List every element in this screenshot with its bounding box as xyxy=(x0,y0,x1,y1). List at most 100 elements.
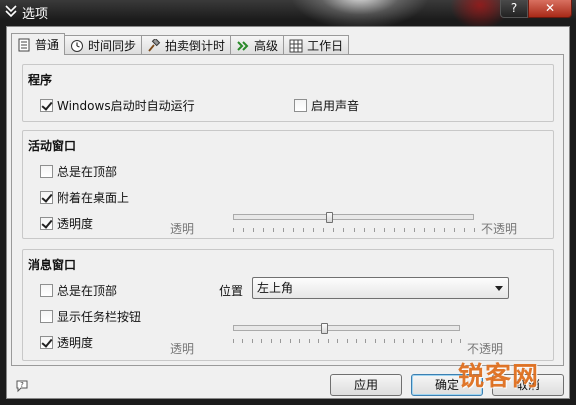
slider-tick xyxy=(313,228,314,232)
tab-advanced[interactable]: 高级 xyxy=(230,35,285,55)
gavel-icon xyxy=(148,38,161,52)
checkbox-label: 显示任务栏按钮 xyxy=(57,310,142,324)
checkbox-label: 总是在顶部 xyxy=(57,284,118,298)
slider-max-label: 不透明 xyxy=(481,222,518,236)
slider-tick xyxy=(290,339,291,343)
position-select[interactable]: 左上角 xyxy=(252,277,509,299)
group-title: 活动窗口 xyxy=(28,139,77,153)
slider-tick xyxy=(364,228,365,232)
slider-tick xyxy=(444,228,445,232)
double-chevron-icon xyxy=(237,40,249,51)
slider-tick xyxy=(403,339,404,343)
checkbox-box[interactable] xyxy=(40,191,53,204)
slider-tick xyxy=(253,228,254,232)
slider-tick xyxy=(303,228,304,232)
slider-tick xyxy=(424,228,425,232)
window-title: 选项 xyxy=(22,7,49,22)
slider-tick xyxy=(309,339,310,343)
slider-tick xyxy=(233,339,234,343)
checkbox-label: 透明度 xyxy=(57,217,94,231)
slider-tick xyxy=(451,339,452,343)
slider-ticks xyxy=(233,339,461,343)
slider-tick xyxy=(280,339,281,343)
slider-tick xyxy=(233,228,234,232)
slider-min-label: 透明 xyxy=(170,222,195,236)
slider-tick xyxy=(474,228,475,232)
watermark-logo: 锐客网 xyxy=(458,362,540,392)
slider-tick xyxy=(271,339,272,343)
slider-tick xyxy=(252,339,253,343)
checkbox-label: 启用声音 xyxy=(311,99,360,113)
attach-desktop-checkbox[interactable]: 附着在桌面上 xyxy=(40,189,129,206)
checkbox-box[interactable] xyxy=(40,217,53,230)
slider-tick xyxy=(356,339,357,343)
slider-tick xyxy=(404,228,405,232)
message-always-on-top-checkbox[interactable]: 总是在顶部 xyxy=(40,282,117,299)
slider-tick xyxy=(299,339,300,343)
slider-tick xyxy=(375,339,376,343)
slider-tick xyxy=(394,339,395,343)
slider-tick xyxy=(413,339,414,343)
autostart-checkbox[interactable]: Windows启动时自动运行 xyxy=(40,97,195,114)
message-transparency-checkbox[interactable]: 透明度 xyxy=(40,334,93,351)
group-title: 消息窗口 xyxy=(28,258,77,272)
slider-tick xyxy=(432,339,433,343)
tab-auction-countdown[interactable]: 拍卖倒计时 xyxy=(141,35,232,55)
options-dialog: 选项 ? ✕ 普通 时间同步 拍卖倒计时 高级 工作日 程序 Windows启动… xyxy=(0,0,576,405)
checkbox-label: 总是在顶部 xyxy=(57,165,118,179)
message-transparency-slider[interactable] xyxy=(233,325,460,331)
slider-tick xyxy=(441,339,442,343)
apply-button[interactable]: 应用 xyxy=(330,374,402,396)
checkbox-box[interactable] xyxy=(40,165,53,178)
help-button[interactable]: ? xyxy=(500,0,528,18)
enable-sound-checkbox[interactable]: 启用声音 xyxy=(294,97,359,114)
show-taskbar-button-checkbox[interactable]: 显示任务栏按钮 xyxy=(40,308,141,325)
svg-text:?: ? xyxy=(20,381,24,389)
slider-tick xyxy=(464,228,465,232)
checkbox-label: Windows启动时自动运行 xyxy=(57,99,195,113)
checkbox-box[interactable] xyxy=(40,336,53,349)
checkbox-box[interactable] xyxy=(40,99,53,112)
group-active-window: 活动窗口 总是在顶部 附着在桌面上 透明度 透明 不透明 xyxy=(22,130,554,239)
tab-label: 工作日 xyxy=(307,39,344,53)
slider-tick xyxy=(454,228,455,232)
checkbox-box[interactable] xyxy=(40,310,53,323)
slider-tick xyxy=(347,339,348,343)
slider-max-label: 不透明 xyxy=(467,342,504,356)
help-tooltip-icon[interactable]: ? xyxy=(15,379,29,393)
tab-time-sync[interactable]: 时间同步 xyxy=(64,35,143,55)
slider-tick xyxy=(374,228,375,232)
tab-panel-general: 程序 Windows启动时自动运行 启用声音 活动窗口 总是在顶部 附着在桌面上… xyxy=(11,54,564,366)
slider-tick xyxy=(343,228,344,232)
slider-tick xyxy=(263,228,264,232)
group-title: 程序 xyxy=(28,73,53,87)
slider-tick xyxy=(384,228,385,232)
slider-thumb[interactable] xyxy=(326,212,334,223)
clock-icon xyxy=(71,39,84,52)
chevron-down-icon xyxy=(495,286,503,291)
group-message-window: 消息窗口 总是在顶部 位置 左上角 显示任务栏按钮 透明度 透明 不透明 xyxy=(22,249,554,361)
tab-label: 高级 xyxy=(254,39,279,53)
checkbox-box[interactable] xyxy=(40,284,53,297)
active-transparency-checkbox[interactable]: 透明度 xyxy=(40,215,93,232)
active-always-on-top-checkbox[interactable]: 总是在顶部 xyxy=(40,163,117,180)
slider-thumb[interactable] xyxy=(320,323,328,334)
active-transparency-slider[interactable] xyxy=(233,214,474,220)
slider-tick xyxy=(337,339,338,343)
slider-tick xyxy=(293,228,294,232)
checkbox-box[interactable] xyxy=(294,99,307,112)
checkbox-label: 透明度 xyxy=(57,336,94,350)
tab-strip: 普通 时间同步 拍卖倒计时 高级 工作日 xyxy=(11,33,350,55)
tab-workday[interactable]: 工作日 xyxy=(283,35,350,55)
title-bar[interactable]: 选项 ? ✕ xyxy=(0,0,576,24)
position-label: 位置 xyxy=(219,284,244,298)
slider-tick xyxy=(283,228,284,232)
double-chevron-down-icon xyxy=(5,5,17,18)
tab-general[interactable]: 普通 xyxy=(11,33,66,55)
slider-tick xyxy=(333,228,334,232)
slider-tick xyxy=(323,228,324,232)
close-button[interactable]: ✕ xyxy=(528,0,572,18)
slider-tick xyxy=(242,339,243,343)
slider-tick xyxy=(414,228,415,232)
group-program: 程序 Windows启动时自动运行 启用声音 xyxy=(22,64,554,122)
